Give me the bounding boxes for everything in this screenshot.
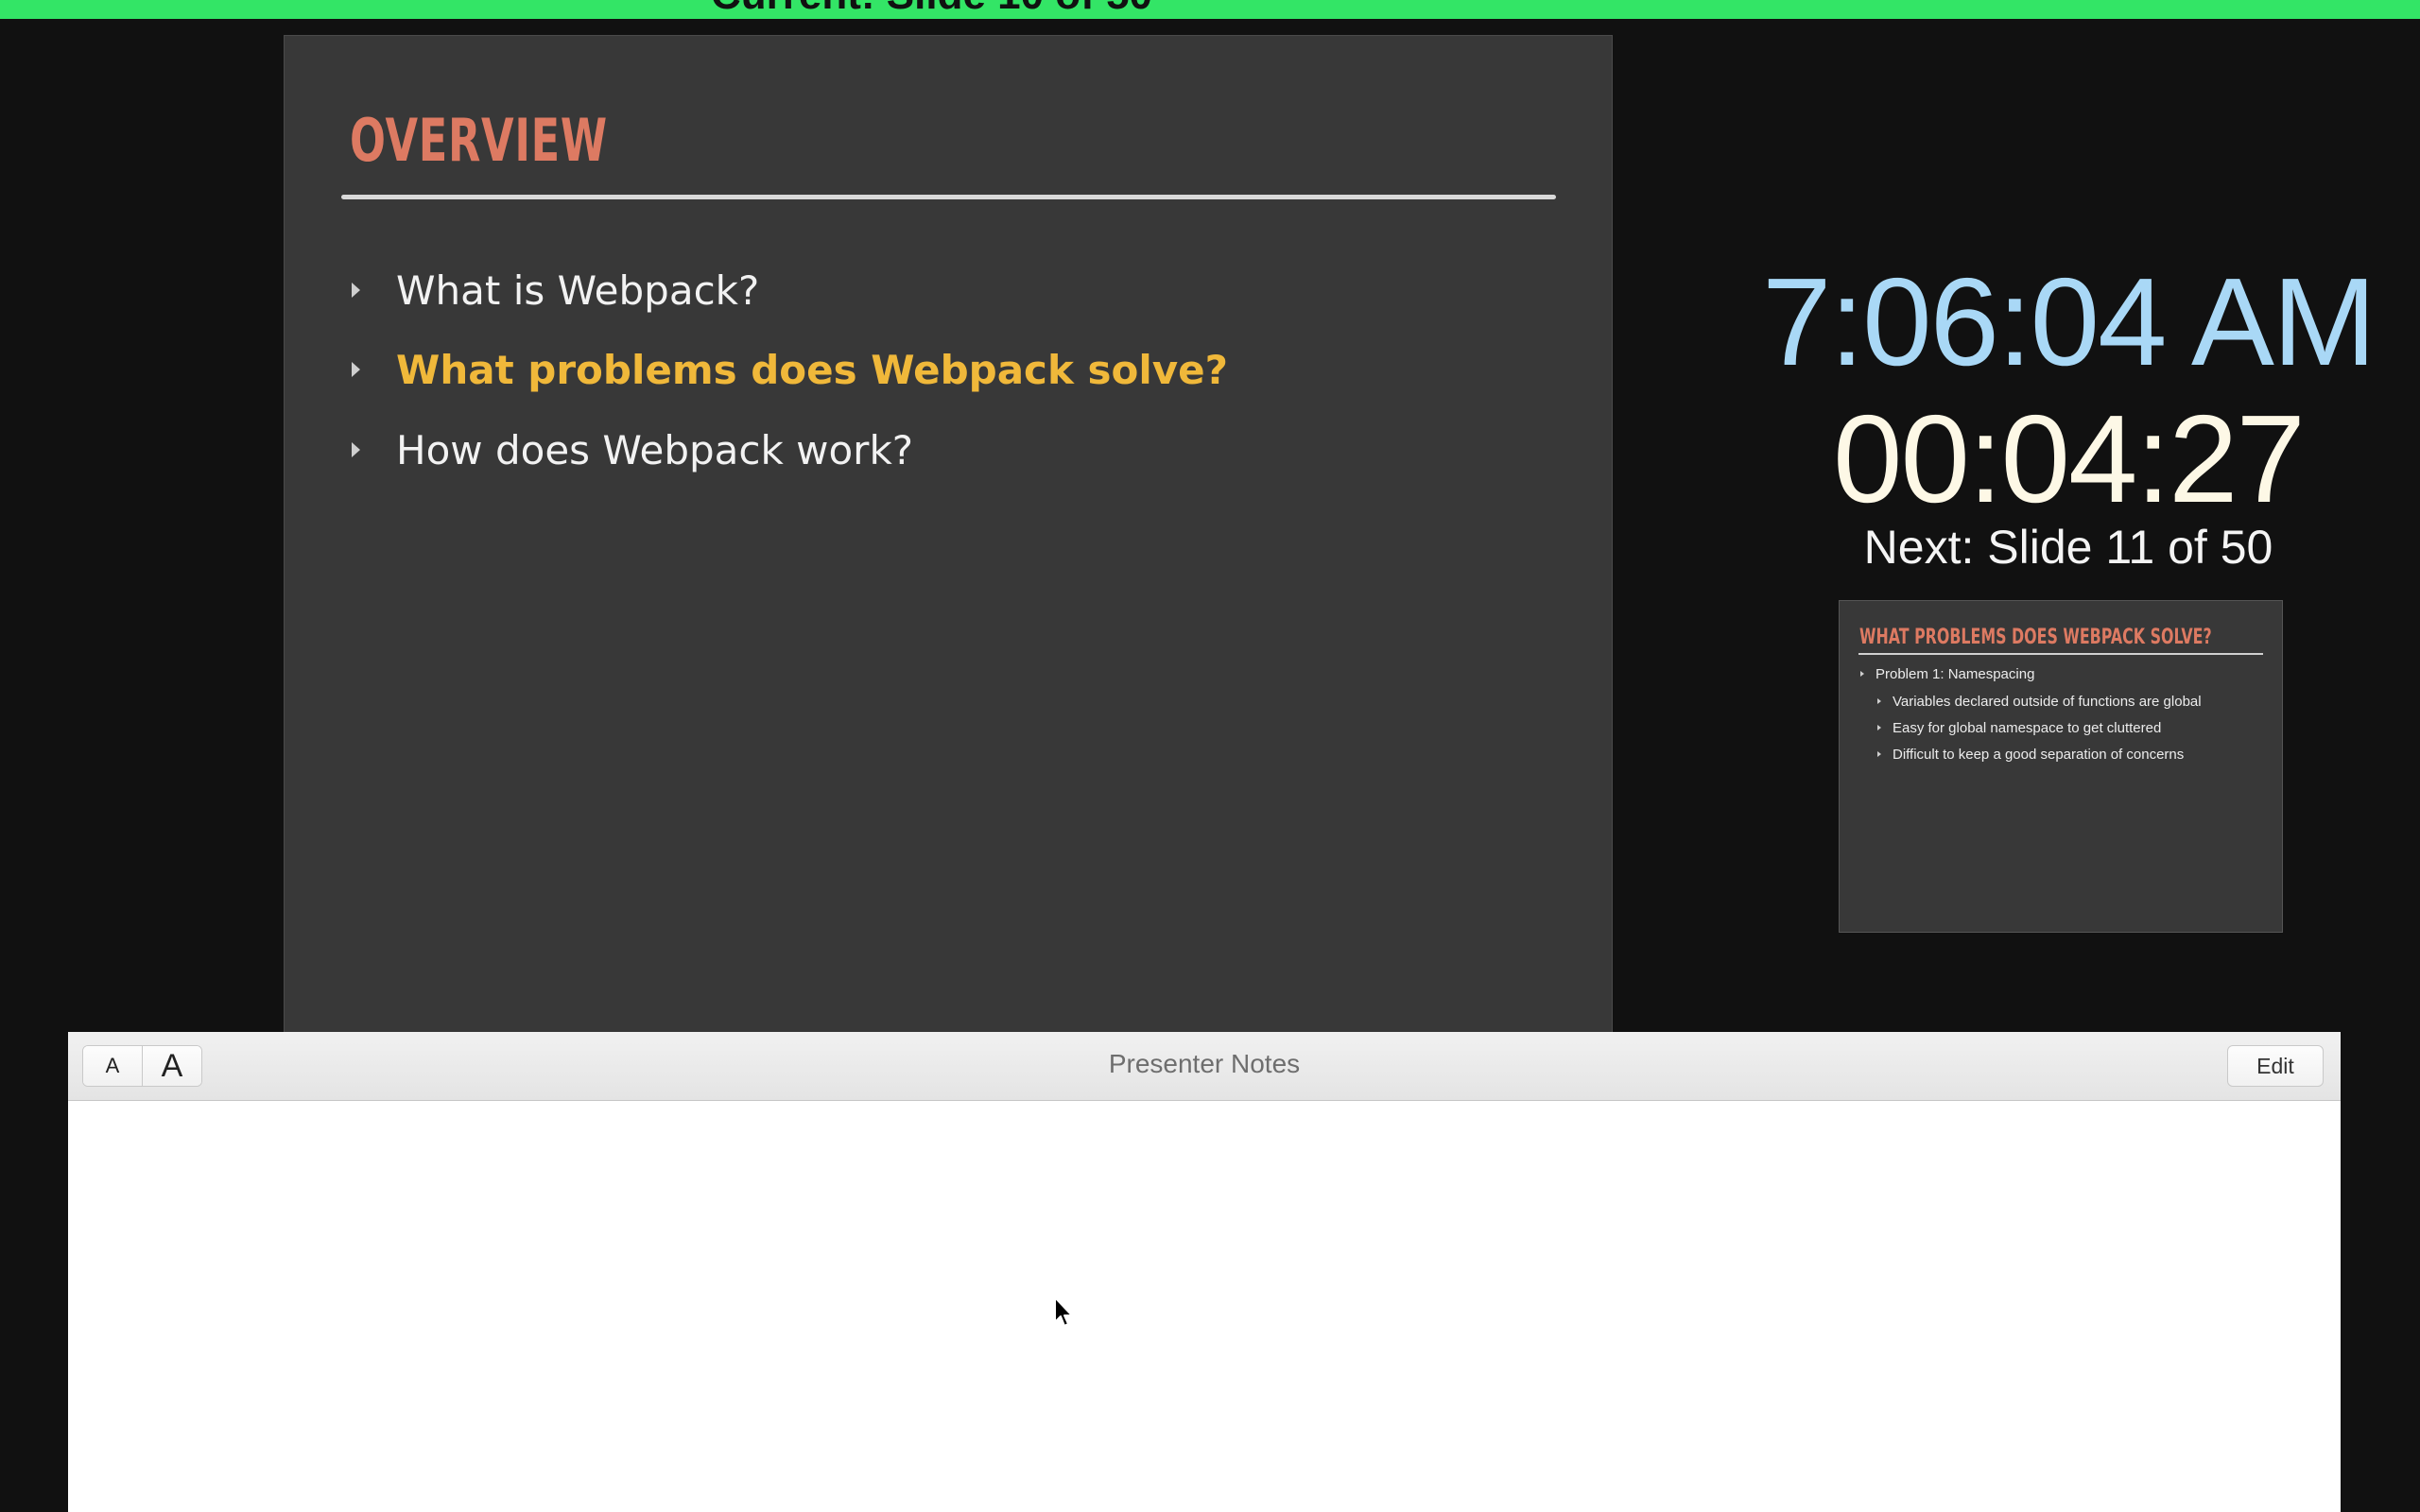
- next-slide-thumbnail[interactable]: WHAT PROBLEMS DOES WEBPACK SOLVE? Proble…: [1839, 600, 2283, 933]
- thumbnail-title-underline: [1858, 653, 2263, 655]
- thumbnail-title: WHAT PROBLEMS DOES WEBPACK SOLVE?: [1859, 626, 2212, 649]
- slide-bullet-highlighted: What problems does Webpack solve?: [352, 336, 1228, 403]
- notes-text-area[interactable]: [68, 1101, 2341, 1512]
- disclosure-triangle-icon: [352, 283, 360, 298]
- slide-bullet: What is Webpack?: [352, 257, 759, 323]
- presenter-notes-panel: A A Presenter Notes Edit: [68, 1032, 2341, 1512]
- current-slide-bar: Current: Slide 10 of 50: [0, 0, 2420, 19]
- mouse-pointer-icon: [1054, 1297, 1073, 1327]
- thumbnail-sub-bullet: Easy for global namespace to get clutter…: [1877, 718, 2161, 737]
- title-underline: [341, 195, 1556, 199]
- thumbnail-bullet: Problem 1: Namespacing: [1860, 664, 2034, 683]
- thumbnail-bullet-text: Difficult to keep a good separation of c…: [1893, 746, 2185, 763]
- thumbnail-bullet-text: Variables declared outside of functions …: [1893, 693, 2202, 710]
- current-slide[interactable]: OVERVIEW What is Webpack? What problems …: [284, 35, 1613, 1033]
- disclosure-triangle-icon: [352, 442, 360, 457]
- notes-title: Presenter Notes: [1108, 1049, 1301, 1078]
- thumbnail-sub-bullet: Variables declared outside of functions …: [1877, 692, 2202, 711]
- disclosure-triangle-icon: [1877, 698, 1881, 704]
- bullet-text: What is Webpack?: [396, 266, 760, 314]
- disclosure-triangle-icon: [1877, 751, 1881, 757]
- notes-header: A A Presenter Notes Edit: [68, 1032, 2341, 1101]
- bullet-text: What problems does Webpack solve?: [396, 346, 1228, 393]
- disclosure-triangle-icon: [352, 362, 360, 377]
- disclosure-triangle-icon: [1860, 671, 1864, 677]
- next-slide-label: Next: Slide 11 of 50: [1863, 521, 2273, 574]
- disclosure-triangle-icon: [1877, 725, 1881, 730]
- slide-title: OVERVIEW: [350, 106, 608, 175]
- thumbnail-bullet-text: Problem 1: Namespacing: [1876, 665, 2035, 682]
- current-time-clock[interactable]: 7:06:04 AM: [1756, 250, 2380, 393]
- slide-bullet: How does Webpack work?: [352, 417, 913, 483]
- current-slide-label: Current: Slide 10 of 50: [711, 0, 1152, 19]
- elapsed-timer[interactable]: 00:04:27: [1756, 387, 2380, 530]
- thumbnail-bullet-text: Easy for global namespace to get clutter…: [1893, 719, 2162, 736]
- bullet-text: How does Webpack work?: [396, 426, 914, 473]
- edit-notes-button[interactable]: Edit: [2227, 1045, 2324, 1087]
- thumbnail-sub-bullet: Difficult to keep a good separation of c…: [1877, 745, 2184, 764]
